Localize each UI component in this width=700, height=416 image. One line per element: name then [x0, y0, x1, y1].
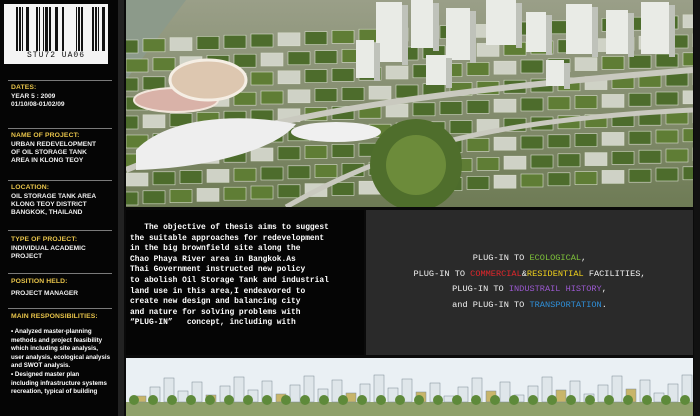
- plugin-prefix: PLUG-IN TO: [413, 268, 471, 279]
- responsibilities-section: MAIN RESPONSIBILITIES: • Analyzed master…: [0, 313, 118, 397]
- project-name-line: AREA IN KLONG TEOY: [11, 157, 84, 164]
- plugin-concept-lines: PLUG-IN TO ECOLOGICAL, PLUG-IN TO COMMER…: [366, 251, 693, 313]
- description-line: the suitable approaches for redevelopmen…: [130, 233, 325, 243]
- section-divider: [8, 180, 112, 181]
- waterfront-elevation-render: [126, 358, 693, 416]
- project-name-line: OF OIL STORAGE TANK: [11, 149, 87, 156]
- plugin-suffix: FACILITIES,: [583, 268, 646, 279]
- project-name-value: URBAN REDEVELOPMENT OF OIL STORAGE TANK …: [11, 141, 118, 165]
- thesis-description: The objective of thesis aims to suggest …: [130, 223, 360, 329]
- plugin-term-ecological: ECOLOGICAL: [529, 253, 582, 263]
- vertical-divider: [118, 0, 124, 416]
- plugin-suffix: ,: [601, 284, 607, 294]
- project-type-heading: TYPE OF PROJECT:: [11, 236, 78, 243]
- responsibility-line: including infrastructure systems: [11, 379, 107, 387]
- plugin-prefix: PLUG-IN TO: [452, 284, 509, 294]
- project-name-line: URBAN REDEVELOPMENT: [11, 141, 96, 148]
- responsibility-line: methods and project feasibility: [11, 336, 103, 344]
- position-line: PROJECT MANAGER: [11, 290, 79, 297]
- dates-range: 01/10/08-01/02/09: [11, 101, 65, 108]
- project-type-line: PROJECT: [11, 253, 43, 260]
- location-line: OIL STORAGE TANK AREA: [11, 193, 97, 200]
- description-line: create new design and balancing city: [130, 297, 301, 307]
- right-border: [694, 0, 700, 416]
- project-info-sidebar: STU72 UA06 DATES: YEAR 5 : 2009 01/10/08…: [0, 0, 118, 416]
- plugin-term-transportation: TRANSPORTATION: [529, 299, 602, 310]
- responsibility-line: which including site analysis,: [11, 345, 98, 353]
- responsibility-line: • Analyzed master-planning: [11, 328, 92, 335]
- location-section: LOCATION: OIL STORAGE TANK AREA KLONG TE…: [0, 184, 118, 217]
- description-line: The objective of thesis aims to suggest: [130, 223, 329, 232]
- project-name-section: NAME OF PROJECT: URBAN REDEVELOPMENT OF …: [0, 132, 118, 165]
- plugin-term-residential: RESIDENTIAL: [526, 268, 584, 279]
- project-type-section: TYPE OF PROJECT: INDIVIDUAL ACADEMIC PRO…: [0, 236, 118, 261]
- plugin-concept-panel: PLUG-IN TO ECOLOGICAL, PLUG-IN TO COMMER…: [366, 210, 693, 355]
- plugin-term-industrial: INDUSTRAIL HISTORY: [508, 284, 602, 294]
- plugin-line-ecological: PLUG-IN TO ECOLOGICAL,: [366, 251, 693, 267]
- project-type-value: INDIVIDUAL ACADEMIC PROJECT: [11, 245, 118, 261]
- description-line: “PLUG-IN” concept, including with: [130, 318, 296, 328]
- plugin-term-commercial: COMMERCIAL: [470, 268, 522, 279]
- plugin-line-commercial: PLUG-IN TO COMMERCIAL&RESIDENTIAL FACILI…: [366, 267, 693, 283]
- location-line: KLONG TEOY DISTRICT: [11, 201, 87, 208]
- description-line: and nature for solving problems with: [130, 307, 301, 317]
- responsibility-line: recreation, typical of building: [11, 388, 98, 396]
- section-divider: [8, 308, 112, 309]
- plugin-suffix: .: [601, 299, 607, 310]
- dates-section: DATES: YEAR 5 : 2009 01/10/08-01/02/09: [0, 84, 118, 109]
- description-line: in the big brownfield site along the: [130, 244, 301, 254]
- section-divider: [8, 230, 112, 231]
- dates-heading: DATES:: [11, 84, 37, 91]
- position-value: PROJECT MANAGER: [11, 290, 118, 298]
- elevation-render-illustration: [126, 358, 693, 416]
- description-panel: The objective of thesis aims to suggest …: [126, 210, 364, 355]
- plugin-prefix: and PLUG-IN TO: [452, 299, 530, 310]
- location-line: BANGKOK, THAILAND: [11, 209, 83, 216]
- aerial-masterplan-render: [126, 0, 693, 207]
- description-line: Chao Phaya River area in Bangkok.As: [130, 254, 296, 264]
- plugin-line-industrial: PLUG-IN TO INDUSTRAIL HISTORY,: [366, 282, 693, 298]
- responsibility-line: and SWOT analysis.: [11, 362, 71, 370]
- section-divider: [8, 128, 112, 129]
- section-divider: [8, 80, 112, 81]
- description-line: land use in this area,I endeavored to: [130, 286, 306, 296]
- responsibilities-list: • Analyzed master-planning methods and p…: [11, 328, 118, 397]
- position-heading: POSITION HELD:: [11, 278, 68, 285]
- responsibilities-heading: MAIN RESPONSIBILITIES:: [11, 313, 98, 320]
- barcode-code: STU72 UA06: [26, 51, 85, 60]
- project-type-line: INDIVIDUAL ACADEMIC: [11, 245, 86, 252]
- responsibility-line: user analysis, ecological analysis: [11, 353, 111, 361]
- project-name-heading: NAME OF PROJECT:: [11, 132, 80, 139]
- plugin-suffix: ,: [581, 253, 587, 263]
- dates-value: YEAR 5 : 2009 01/10/08-01/02/09: [11, 93, 118, 109]
- position-section: POSITION HELD: PROJECT MANAGER: [0, 278, 118, 298]
- plugin-prefix: PLUG-IN TO: [472, 253, 530, 263]
- location-heading: LOCATION:: [11, 184, 50, 191]
- dates-year: YEAR 5 : 2009: [11, 93, 56, 100]
- aerial-render-illustration: [126, 0, 693, 207]
- plugin-line-transportation: and PLUG-IN TO TRANSPORTATION.: [366, 298, 693, 314]
- section-divider: [8, 273, 112, 274]
- location-value: OIL STORAGE TANK AREA KLONG TEOY DISTRIC…: [11, 193, 118, 217]
- description-line: to abolish Oil Storage Tank and industri…: [130, 275, 329, 285]
- responsibility-line: • Designed master plan: [11, 370, 80, 378]
- description-line: Thai Government instructed new policy: [130, 265, 306, 275]
